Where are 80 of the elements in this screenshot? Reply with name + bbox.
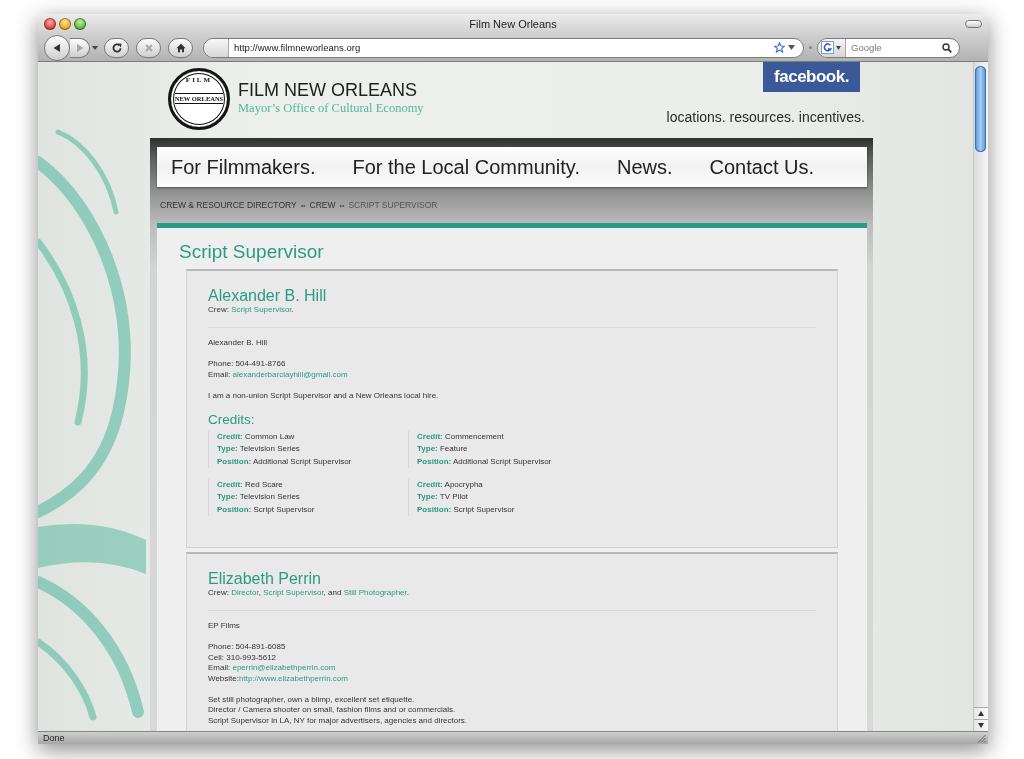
site-title: FILM NEW ORLEANS [238,80,419,100]
search-engine-icon[interactable] [821,41,834,54]
back-arrow-icon [52,42,62,53]
breadcrumb-link[interactable]: CREW & RESOURCE DIRECTORY [160,200,297,210]
scrollbar-thumb[interactable] [975,66,986,152]
splitter-dot-icon [809,46,812,49]
breadcrumb-link[interactable]: CREW [309,200,336,210]
credit-field: Position: Additional Script Supervisor [217,455,408,468]
search-field[interactable]: Google [817,37,960,58]
role-link[interactable]: Script Supervisor [231,305,292,314]
credits-heading: Credits: [208,411,256,428]
caret-icon[interactable] [836,45,841,50]
nav-link[interactable]: News. [616,155,673,179]
credit-field: Type: Feature [417,443,608,456]
resize-grip-icon[interactable] [977,733,986,743]
credit-field: Type: Television Series [217,443,408,456]
role-link[interactable]: Still Photographer [343,588,407,597]
address-field[interactable]: http://www.filmneworleans.org [203,37,804,58]
scroll-up-button[interactable] [974,707,988,719]
credit-field: Type: TV Pilot [417,491,608,504]
back-button[interactable] [44,34,70,61]
caret-icon[interactable] [788,45,795,50]
credit-field: Credit: Commencement [417,430,608,443]
window-title: Film New Orleans [469,18,557,30]
profile-text: Website:http://www.elizabethperrin.com [208,673,349,684]
profile-name: Elizabeth Perrin [208,569,322,588]
credit-field: Type: Television Series [217,491,408,504]
credit-field: Credit: Apocrypha [417,478,608,491]
crew-line: Crew: Director, Script Supervisor, and Still Photographer. [208,588,410,598]
home-button[interactable] [168,37,193,58]
stop-icon [143,42,154,53]
profile-text: Email: alexanderbarclayhill@gmail.com [208,369,349,380]
profile-text: Set still photographer, own a blimp, excellent set etiquette. [208,694,416,705]
scroll-down-button[interactable] [974,719,988,731]
search-input[interactable]: Google [846,39,939,56]
credit-field: Credit: Common Law [217,430,408,443]
toolbar-toggle-button[interactable] [965,20,982,28]
zoom-button[interactable] [74,18,86,30]
tagline: locations. resources. incentives. [666,109,865,125]
nav-link[interactable]: For the Local Community. [352,155,580,179]
profile-text: Script Supervisor in LA, NY for major advertisers, agencies and directors. [208,715,469,726]
scrollbar[interactable] [973,62,988,731]
credit-field: Position: Script Supervisor [217,503,408,516]
contact-link[interactable]: http://www.elizabethperrin.com [239,673,348,683]
profile-name: Alexander B. Hill [208,286,328,305]
close-button[interactable] [44,18,56,30]
reload-button[interactable] [104,37,129,58]
profile-text: Alexander B. Hill [208,338,269,349]
profile-text: Phone: 504-891-6085 [208,642,287,653]
profile-text: Email: eperrin@elizabethperrin.com [208,663,337,674]
credit-field: Credit: Red Scare [217,478,408,491]
down-arrow-icon [978,723,984,728]
minimize-button[interactable] [59,18,71,30]
role-link[interactable]: Director [231,588,259,597]
role-link[interactable]: Script Supervisor [263,588,324,597]
forward-arrow-icon [74,42,85,53]
profile-text: Director / Camera shooter on small, fashion films and or commercials. [208,705,457,716]
profile-text: I am a non-union Script Supervisor and a New Orleans local hire. [208,390,440,401]
caret-icon[interactable] [92,45,98,50]
status-text: Done [43,733,65,743]
reload-icon [111,42,122,53]
credit-field: Position: Additional Script Supervisor [417,455,608,468]
profile-text: Cell: 310-993-5612 [208,652,278,663]
up-arrow-icon [978,711,984,716]
nav-link[interactable]: Contact Us. [709,155,814,179]
home-icon [175,42,186,53]
site-identity-button[interactable] [204,38,229,57]
page-title: Script Supervisor [179,241,325,263]
nav-link[interactable]: For Filmmakers. [171,155,316,179]
crew-line: Crew: Script Supervisor. [208,305,295,315]
contact-link[interactable]: eperrin@elizabethperrin.com [232,663,336,672]
facebook-link[interactable]: facebook. [763,62,860,92]
credit-field: Position: Script Supervisor [417,503,608,516]
profile-text: EP Films [208,621,241,632]
profile-text: Phone: 504-491-8766 [208,359,287,370]
contact-link[interactable]: alexanderbarclayhill@gmail.com [232,369,348,379]
star-icon[interactable] [774,42,785,53]
search-icon[interactable] [942,42,952,53]
breadcrumb-current: SCRIPT SUPERVISOR [348,200,438,210]
site-subtitle: Mayor’s Office of Cultural Economy [238,101,424,116]
